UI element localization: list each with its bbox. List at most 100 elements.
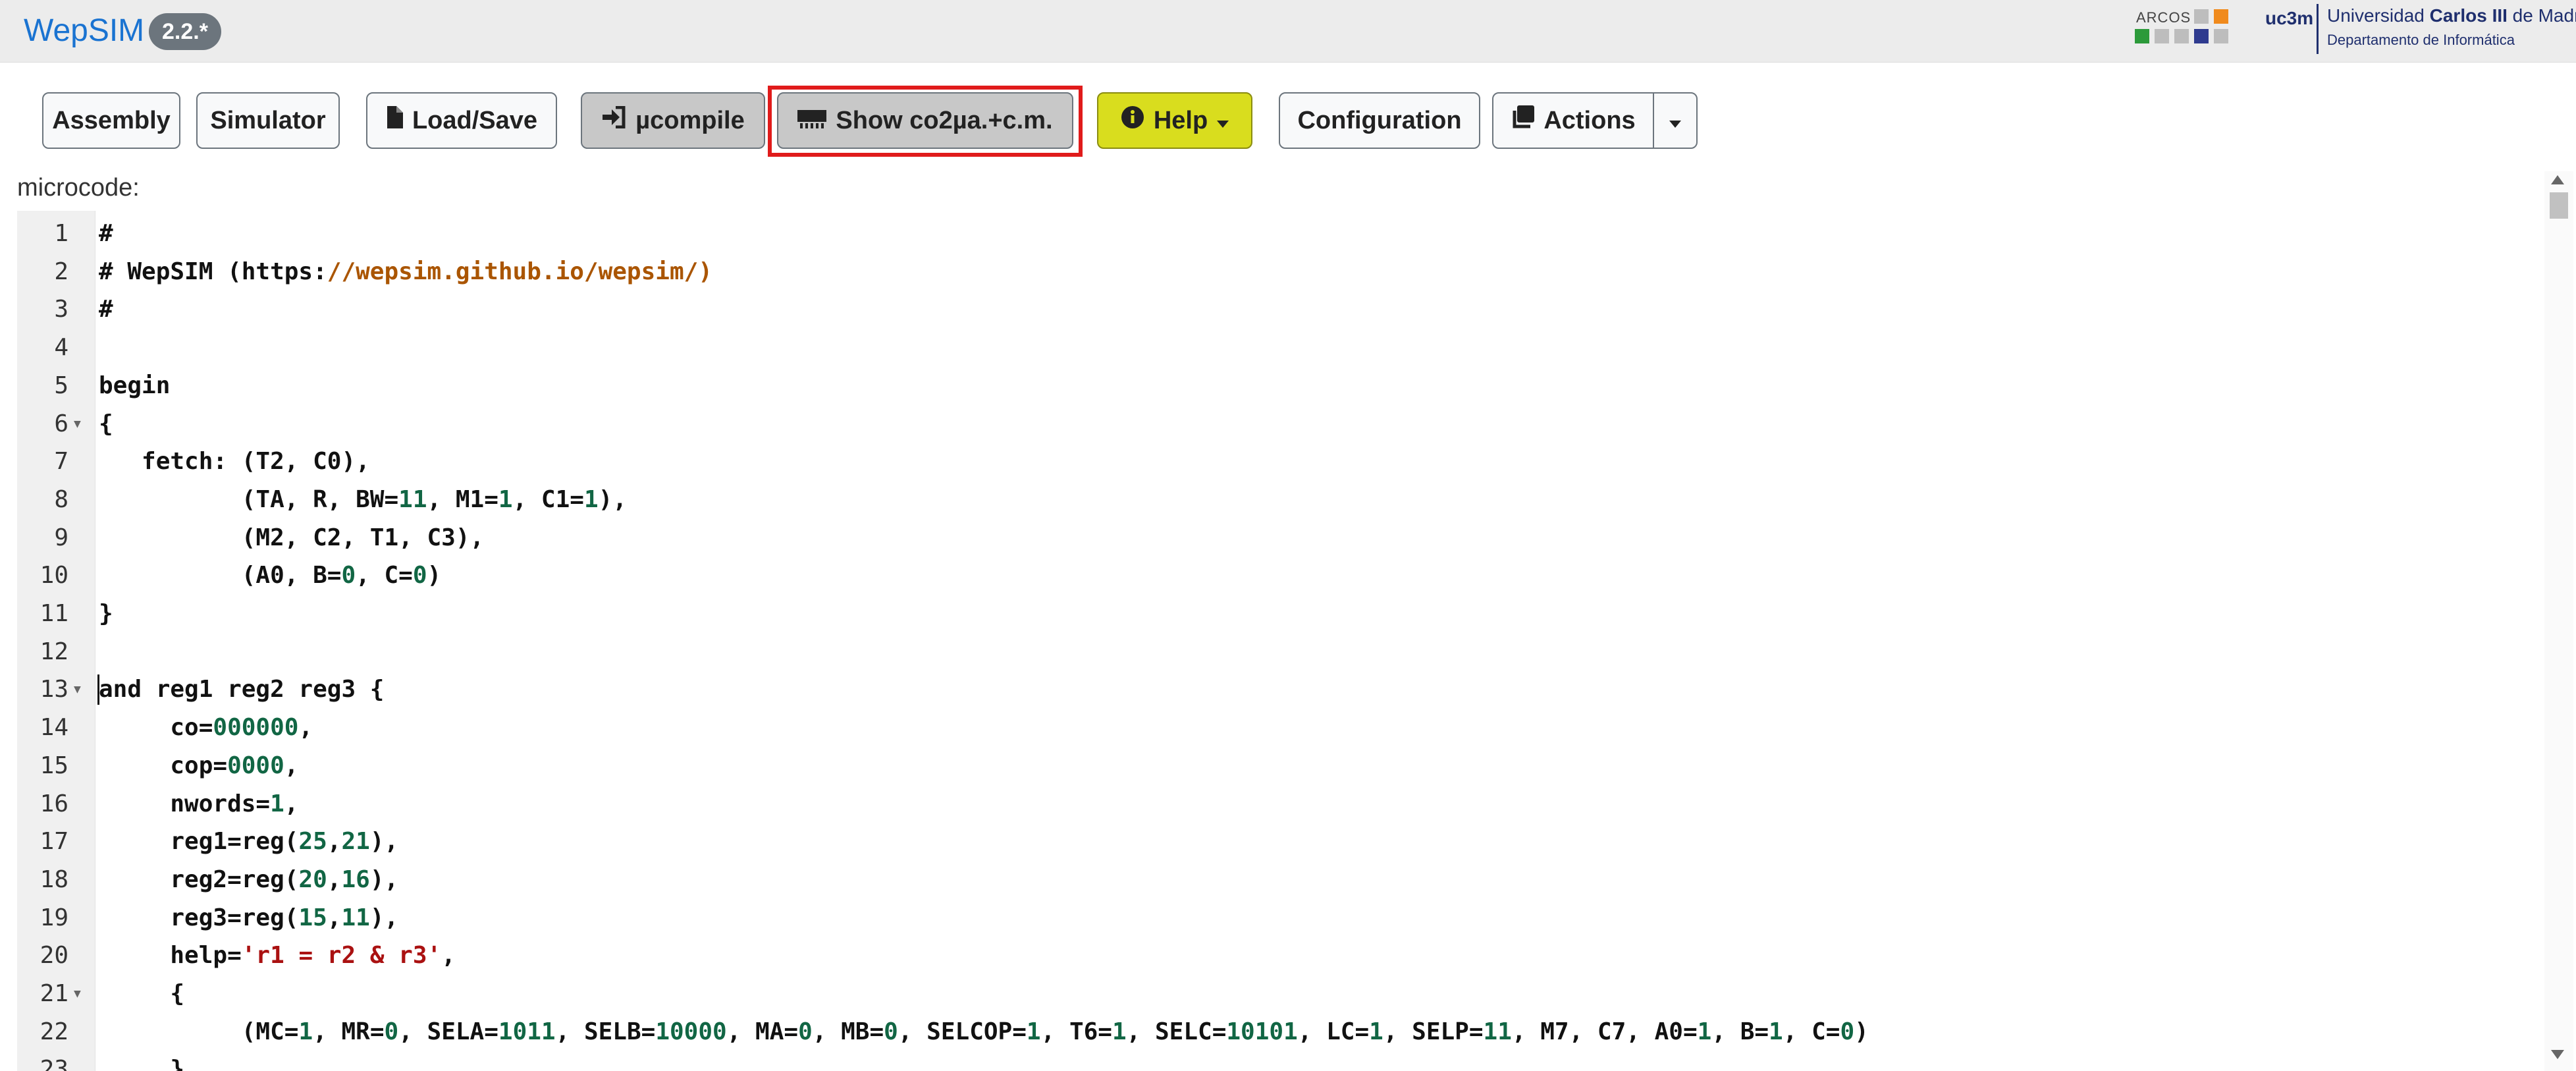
code-token: , C= xyxy=(356,562,413,590)
code-token: , MB= xyxy=(812,1018,884,1045)
code-token: co= xyxy=(99,714,213,742)
code-token: ), xyxy=(369,865,399,893)
scroll-up-arrow-icon[interactable] xyxy=(2551,175,2564,184)
help-button[interactable]: Help xyxy=(1097,92,1252,149)
code-line[interactable]: 6 ▼ { xyxy=(17,405,2542,443)
logo-square xyxy=(2155,29,2169,43)
fold-toggle-icon[interactable]: ▼ xyxy=(74,975,81,1013)
code-line[interactable]: 21 ▼ { xyxy=(17,975,2542,1013)
load-save-button[interactable]: Load/Save xyxy=(366,92,557,149)
code-text: (TA, R, BW=11, M1=1, C1=1), xyxy=(99,481,627,519)
code-line[interactable]: 14 co=000000, xyxy=(17,709,2542,747)
code-line[interactable]: 10 (A0, B=0, C=0) xyxy=(17,557,2542,595)
code-token: 25 xyxy=(298,828,327,856)
line-number: 9 xyxy=(54,524,68,551)
code-token: (TA, R, BW= xyxy=(99,485,399,513)
microcode-label: microcode: xyxy=(17,174,140,202)
code-token: , xyxy=(284,752,299,779)
microcode-editor[interactable]: 1 #2 # WepSIM (https://wepsim.github.io/we… xyxy=(17,211,2542,1071)
code-text: # xyxy=(99,215,113,253)
code-line[interactable]: 18 reg2=reg(20,16), xyxy=(17,861,2542,899)
code-line[interactable]: 4 xyxy=(17,329,2542,367)
code-token: 11 xyxy=(398,485,427,513)
line-number: 14 xyxy=(40,714,68,742)
code-token: 1 xyxy=(270,790,284,817)
code-token: , SELC= xyxy=(1126,1018,1227,1045)
line-number: 18 xyxy=(40,865,68,893)
scroll-thumb[interactable] xyxy=(2550,192,2568,219)
assembly-button[interactable]: Assembly xyxy=(42,92,180,149)
code-line[interactable]: 5 begin xyxy=(17,367,2542,405)
code-token: 1011 xyxy=(498,1018,556,1045)
code-line[interactable]: 15 cop=0000, xyxy=(17,747,2542,785)
code-line[interactable]: 23 } xyxy=(17,1051,2542,1071)
code-token: 'r1 = r2 & r3' xyxy=(241,942,442,970)
actions-dropdown-toggle[interactable] xyxy=(1653,92,1698,149)
code-token: , SELB= xyxy=(555,1018,656,1045)
code-text: # WepSIM (https://wepsim.github.io/wepsi… xyxy=(99,253,712,291)
code-line[interactable]: 2 # WepSIM (https://wepsim.github.io/weps… xyxy=(17,253,2542,291)
code-token: } xyxy=(99,600,113,627)
fold-toggle-icon[interactable]: ▼ xyxy=(74,405,81,443)
app-brand[interactable]: WepSIM xyxy=(24,13,144,49)
code-token: 1 xyxy=(583,485,599,513)
code-text: } xyxy=(99,595,113,633)
code-text: help='r1 = r2 & r3', xyxy=(99,937,456,975)
configuration-button[interactable]: Configuration xyxy=(1279,92,1480,149)
code-token: ) xyxy=(427,562,442,590)
code-token: reg3=reg( xyxy=(99,904,299,931)
sign-in-icon xyxy=(601,105,626,135)
code-token: , M1= xyxy=(427,485,498,513)
code-line[interactable]: 1 # xyxy=(17,215,2542,253)
version-badge: 2.2.* xyxy=(149,13,221,50)
assembly-label: Assembly xyxy=(52,106,171,134)
code-line[interactable]: 16 nwords=1, xyxy=(17,785,2542,823)
logo-square xyxy=(2214,9,2228,24)
info-circle-icon xyxy=(1121,105,1144,136)
load-save-label: Load/Save xyxy=(412,106,538,134)
line-number: 10 xyxy=(40,562,68,590)
code-token: ), xyxy=(369,828,399,856)
code-token: 1 xyxy=(1369,1018,1383,1045)
line-number: 17 xyxy=(40,828,68,856)
code-token: 0000 xyxy=(227,752,284,779)
university-name: Universidad Carlos III de Madrid xyxy=(2327,5,2576,26)
code-token: 1 xyxy=(1026,1018,1041,1045)
code-text: } xyxy=(99,1051,184,1071)
logo-square xyxy=(2194,9,2209,24)
caret-down-icon xyxy=(1669,107,1681,135)
code-line[interactable]: 13 ▼ and reg1 reg2 reg3 { xyxy=(17,671,2542,709)
code-line[interactable]: 12 xyxy=(17,633,2542,671)
code-text: begin xyxy=(99,367,170,405)
caret-down-icon xyxy=(1217,107,1229,135)
line-number: 19 xyxy=(40,904,68,931)
code-token: //wepsim.github.io/wepsim/) xyxy=(327,258,712,285)
editor-scrollbar[interactable] xyxy=(2544,171,2573,1071)
code-line[interactable]: 3 # xyxy=(17,290,2542,329)
actions-button[interactable]: Actions xyxy=(1492,92,1654,149)
code-token: begin xyxy=(99,371,171,399)
scroll-down-arrow-icon[interactable] xyxy=(2551,1050,2564,1059)
code-line[interactable]: 17 reg1=reg(25,21), xyxy=(17,823,2542,861)
code-line[interactable]: 19 reg3=reg(15,11), xyxy=(17,899,2542,937)
line-number: 12 xyxy=(40,638,68,665)
fold-toggle-icon[interactable]: ▼ xyxy=(74,671,81,709)
code-line[interactable]: 8 (TA, R, BW=11, M1=1, C1=1), xyxy=(17,481,2542,519)
ucompile-button[interactable]: µcompile xyxy=(581,92,765,149)
code-token: # WepSIM (https: xyxy=(99,258,327,285)
code-line[interactable]: 9 (M2, C2, T1, C3), xyxy=(17,519,2542,557)
logo-square xyxy=(2194,29,2209,43)
line-number: 7 xyxy=(54,448,68,476)
university-prefix: Universidad xyxy=(2327,5,2430,26)
code-line[interactable]: 11} xyxy=(17,595,2542,633)
code-token: , M7, C7, A0= xyxy=(1511,1018,1698,1045)
line-number: 22 xyxy=(40,1018,68,1045)
code-line[interactable]: 20 help='r1 = r2 & r3', xyxy=(17,937,2542,975)
code-text: { xyxy=(99,405,113,443)
code-line[interactable]: 22 (MC=1, MR=0, SELA=1011, SELB=10000, M… xyxy=(17,1013,2542,1051)
code-token: 0 xyxy=(384,1018,399,1045)
code-line[interactable]: 7 fetch: (T2, C0), xyxy=(17,443,2542,481)
arcos-label: ARCOS xyxy=(2136,9,2191,26)
logo-square xyxy=(2174,29,2189,43)
simulator-button[interactable]: Simulator xyxy=(196,92,340,149)
